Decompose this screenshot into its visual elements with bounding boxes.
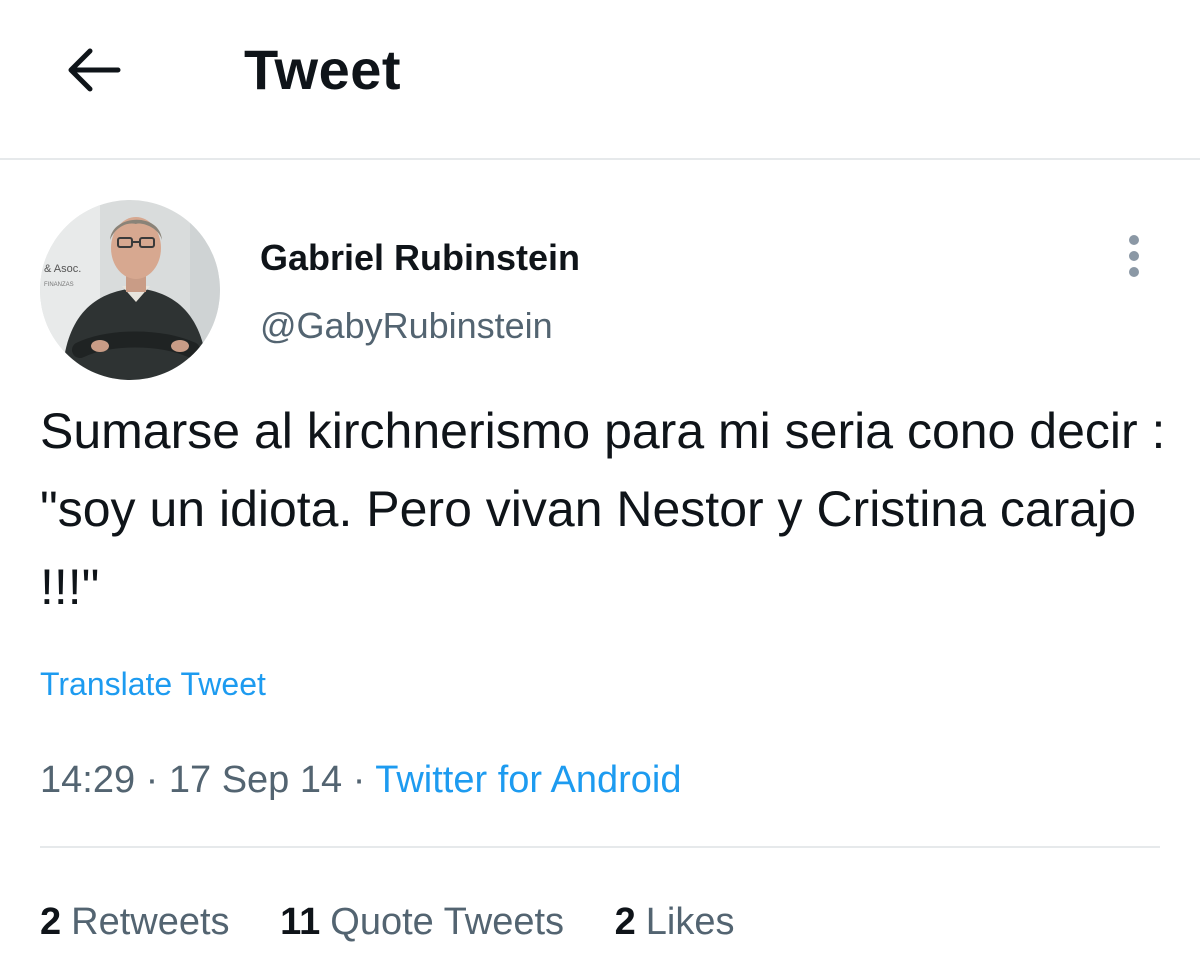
retweets-stat[interactable]: 2 Retweets (40, 896, 230, 948)
tweet-source-link[interactable]: Twitter for Android (375, 759, 681, 801)
divider (40, 846, 1160, 848)
more-options-button[interactable] (1110, 228, 1158, 284)
translate-tweet-link[interactable]: Translate Tweet (40, 662, 266, 706)
tweet-metadata: 14:29 · 17 Sep 14 · Twitter for Android (40, 754, 681, 806)
quote-tweets-stat[interactable]: 11 Quote Tweets (280, 896, 564, 948)
retweets-label: Retweets (71, 901, 230, 943)
likes-count: 2 (614, 901, 636, 943)
page-title: Tweet (244, 38, 402, 101)
author-handle[interactable]: @GabyRubinstein (260, 302, 553, 350)
more-vertical-icon (1129, 235, 1139, 277)
avatar-sign-text: & Asoc. (44, 263, 81, 275)
tweet-date[interactable]: 17 Sep 14 (169, 759, 342, 801)
engagement-stats: 2 Retweets 11 Quote Tweets 2 Likes (40, 896, 774, 948)
avatar-sign-subtext: FINANZAS (44, 282, 74, 288)
meta-separator: · (352, 759, 366, 801)
retweets-count: 2 (40, 901, 62, 943)
back-button[interactable] (58, 38, 130, 102)
quote-tweets-count: 11 (280, 901, 321, 943)
tweet-time[interactable]: 14:29 (40, 759, 135, 801)
avatar-photo: & Asoc. FINANZAS (40, 200, 220, 380)
likes-label: Likes (645, 901, 735, 943)
avatar[interactable]: & Asoc. FINANZAS (40, 200, 220, 380)
likes-stat[interactable]: 2 Likes (615, 896, 735, 948)
top-bar: Tweet (0, 0, 1200, 160)
arrow-left-icon (68, 48, 121, 92)
meta-separator: · (145, 759, 159, 801)
quote-tweets-label: Quote Tweets (330, 901, 565, 943)
author-name[interactable]: Gabriel Rubinstein (260, 234, 580, 282)
tweet-text: Sumarse al kirchnerismo para mi seria co… (40, 403, 1166, 615)
